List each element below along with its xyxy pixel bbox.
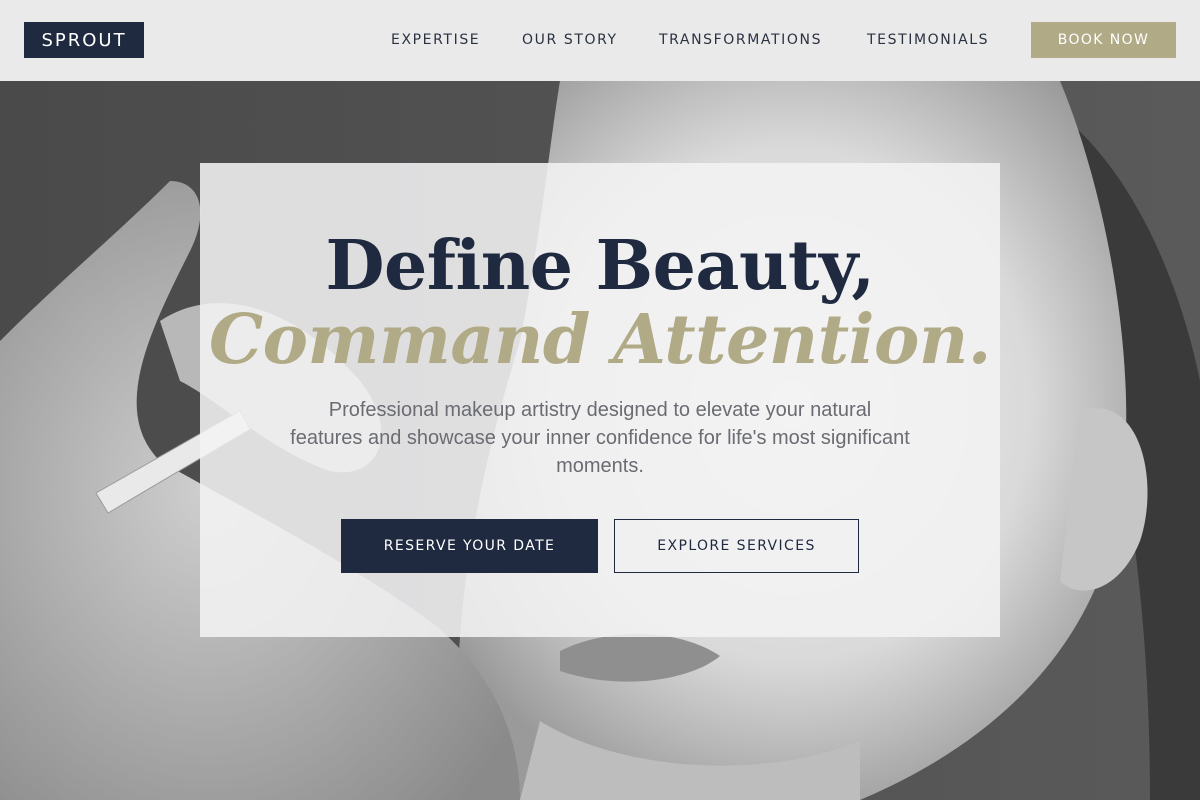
nav-link-our-story[interactable]: OUR STORY (522, 31, 618, 49)
book-now-button[interactable]: BOOK NOW (1031, 22, 1176, 58)
hero-headline-line2: Command Attention. (209, 300, 991, 380)
nav-link-testimonials[interactable]: TESTIMONIALS (867, 31, 989, 49)
hero-headline-line1: Define Beauty, (325, 226, 875, 306)
nav-link-expertise[interactable]: EXPERTISE (391, 31, 480, 49)
nav-link-transformations[interactable]: TRANSFORMATIONS (659, 31, 822, 49)
explore-services-button[interactable]: EXPLORE SERVICES (614, 519, 859, 573)
reserve-date-button[interactable]: RESERVE YOUR DATE (341, 519, 598, 573)
site-header: SPROUT EXPERTISE OUR STORY TRANSFORMATIO… (0, 0, 1200, 81)
logo[interactable]: SPROUT (24, 22, 144, 58)
hero-subtitle: Professional makeup artistry designed to… (290, 399, 910, 477)
hero-card: Define Beauty, Command Attention. Profes… (200, 163, 1000, 637)
